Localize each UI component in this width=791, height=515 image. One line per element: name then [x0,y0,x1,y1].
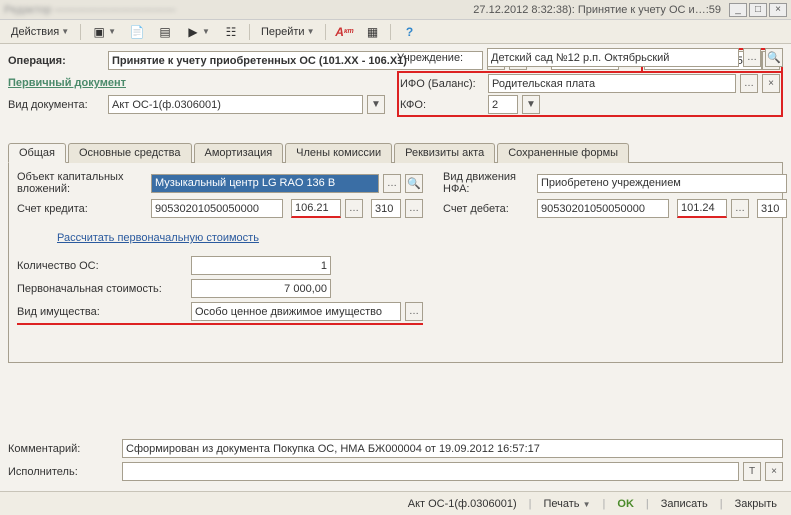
obj-more[interactable]: … [383,174,401,193]
footer: Акт ОС-1(ф.0306001) | Печать ▼ | OK | За… [0,491,791,515]
credit-sub-more[interactable]: … [345,199,363,218]
close-window-button[interactable]: × [769,3,787,17]
cost-input[interactable]: 7 000,00 [191,279,331,298]
footer-act[interactable]: Акт ОС-1(ф.0306001) [402,496,523,512]
tb-icon-6[interactable]: Aкт [332,23,356,41]
credit-acc-input[interactable]: 90530201050050000 [151,199,283,218]
maximize-button[interactable]: □ [749,3,767,17]
titlebar-text: 27.12.2012 8:32:38): Принятие к учету ОС… [473,4,721,16]
search-icon: 🔍 [767,51,781,64]
credit-ext-input[interactable]: 310 [371,199,401,218]
debit-ext-input[interactable]: 310 [757,199,787,218]
play-icon: ▶ [186,25,200,39]
tb-icon-5[interactable]: ☷ [219,23,243,41]
prop-more[interactable]: … [405,302,423,321]
actions-menu[interactable]: Действия▼ [6,23,74,41]
help-button[interactable]: ? [397,23,421,41]
folder-icon: ▤ [158,25,172,39]
inst-label: Учреждение: [397,52,483,64]
comment-input[interactable]: Сформирован из документа Покупка ОС, НМА… [122,439,783,458]
minimize-button[interactable]: _ [729,3,747,17]
tab-depreciation[interactable]: Амортизация [194,143,284,163]
tb-icon-2[interactable]: 📄 [125,23,149,41]
inst-more[interactable]: … [743,48,761,67]
operation-value: Принятие к учету приобретенных ОС (101.X… [112,55,407,67]
qty-label: Количество ОС: [17,260,187,272]
prop-label: Вид имущества: [17,306,187,318]
obj-label: Объект капитальных вложений: [17,171,147,195]
operation-label: Операция: [8,55,104,67]
tb-icon-3[interactable]: ▤ [153,23,177,41]
kfo-dd[interactable]: ▼ [522,95,540,114]
calc-initial-cost-link[interactable]: Рассчитать первоначальную стоимость [57,232,259,244]
obj-search[interactable]: 🔍 [405,174,423,193]
toolbar: Действия▼ ▣▼ 📄 ▤ ▶▼ ☷ Перейти▼ Aкт ▦ ? [0,20,791,44]
goto-menu[interactable]: Перейти▼ [256,23,320,41]
tree-icon: ☷ [224,25,238,39]
prop-input[interactable]: Особо ценное движимое имущество [191,302,401,321]
credit-sub-input[interactable]: 106.21 [291,199,341,218]
kfo-input[interactable]: 2 [488,95,518,114]
doc-type-input[interactable]: Акт ОС-1(ф.0306001) [108,95,363,114]
ak-icon: Aкт [337,25,351,39]
ifo-more[interactable]: … [740,74,758,93]
titlebar-blur: Редактор ——————————— [4,4,175,16]
list-icon: ▦ [365,25,379,39]
kfo-label: КФО: [400,99,484,111]
close-button[interactable]: Закрыть [729,496,783,512]
tabs: Общая Основные средства Амортизация Член… [8,142,783,163]
doc-icon: 📄 [130,25,144,39]
debit-label: Счет дебета: [443,203,533,215]
exec-clear[interactable]: × [765,462,783,481]
tab-commission[interactable]: Члены комиссии [285,143,392,163]
exec-input[interactable] [122,462,739,481]
cascade-icon: ▣ [92,25,106,39]
debit-acc-input[interactable]: 90530201050050000 [537,199,669,218]
tab-general[interactable]: Общая [8,143,66,163]
tab-general-body: Объект капитальных вложений: Музыкальный… [8,163,783,363]
exec-label: Исполнитель: [8,466,118,478]
help-icon: ? [402,25,416,39]
doc-type-dd[interactable]: ▼ [367,95,385,114]
ok-button[interactable]: OK [611,496,640,512]
credit-ext-more[interactable]: … [405,199,423,218]
titlebar: Редактор ——————————— 27.12.2012 8:32:38)… [0,0,791,20]
exec-t[interactable]: T [743,462,761,481]
tab-act-details[interactable]: Реквизиты акта [394,143,495,163]
cost-label: Первоначальная стоимость: [17,283,187,295]
tb-icon-7[interactable]: ▦ [360,23,384,41]
comment-label: Комментарий: [8,443,118,455]
debit-sub-input[interactable]: 101.24 [677,199,727,218]
ifo-input[interactable]: Родительская плата [488,74,736,93]
qty-input[interactable]: 1 [191,256,331,275]
debit-sub-more[interactable]: … [731,199,749,218]
ifo-label: ИФО (Баланс): [400,78,484,90]
tab-fixed-assets[interactable]: Основные средства [68,143,192,163]
tb-icon-1[interactable]: ▣▼ [87,23,121,41]
inst-input[interactable]: Детский сад №12 р.п. Октябрьский [487,48,739,67]
save-button[interactable]: Записать [655,496,714,512]
doc-type-label: Вид документа: [8,99,104,111]
move-input[interactable]: Приобретено учреждением [537,174,787,193]
ifo-clear[interactable]: × [762,74,780,93]
obj-input[interactable]: Музыкальный центр LG RAO 136 B [151,174,379,193]
tab-saved-forms[interactable]: Сохраненные формы [497,143,629,163]
print-button[interactable]: Печать ▼ [538,496,597,512]
search-icon: 🔍 [407,177,421,190]
inst-search[interactable]: 🔍 [765,48,783,67]
tb-icon-4[interactable]: ▶▼ [181,23,215,41]
move-label: Вид движения НФА: [443,171,533,195]
credit-label: Счет кредита: [17,203,147,215]
